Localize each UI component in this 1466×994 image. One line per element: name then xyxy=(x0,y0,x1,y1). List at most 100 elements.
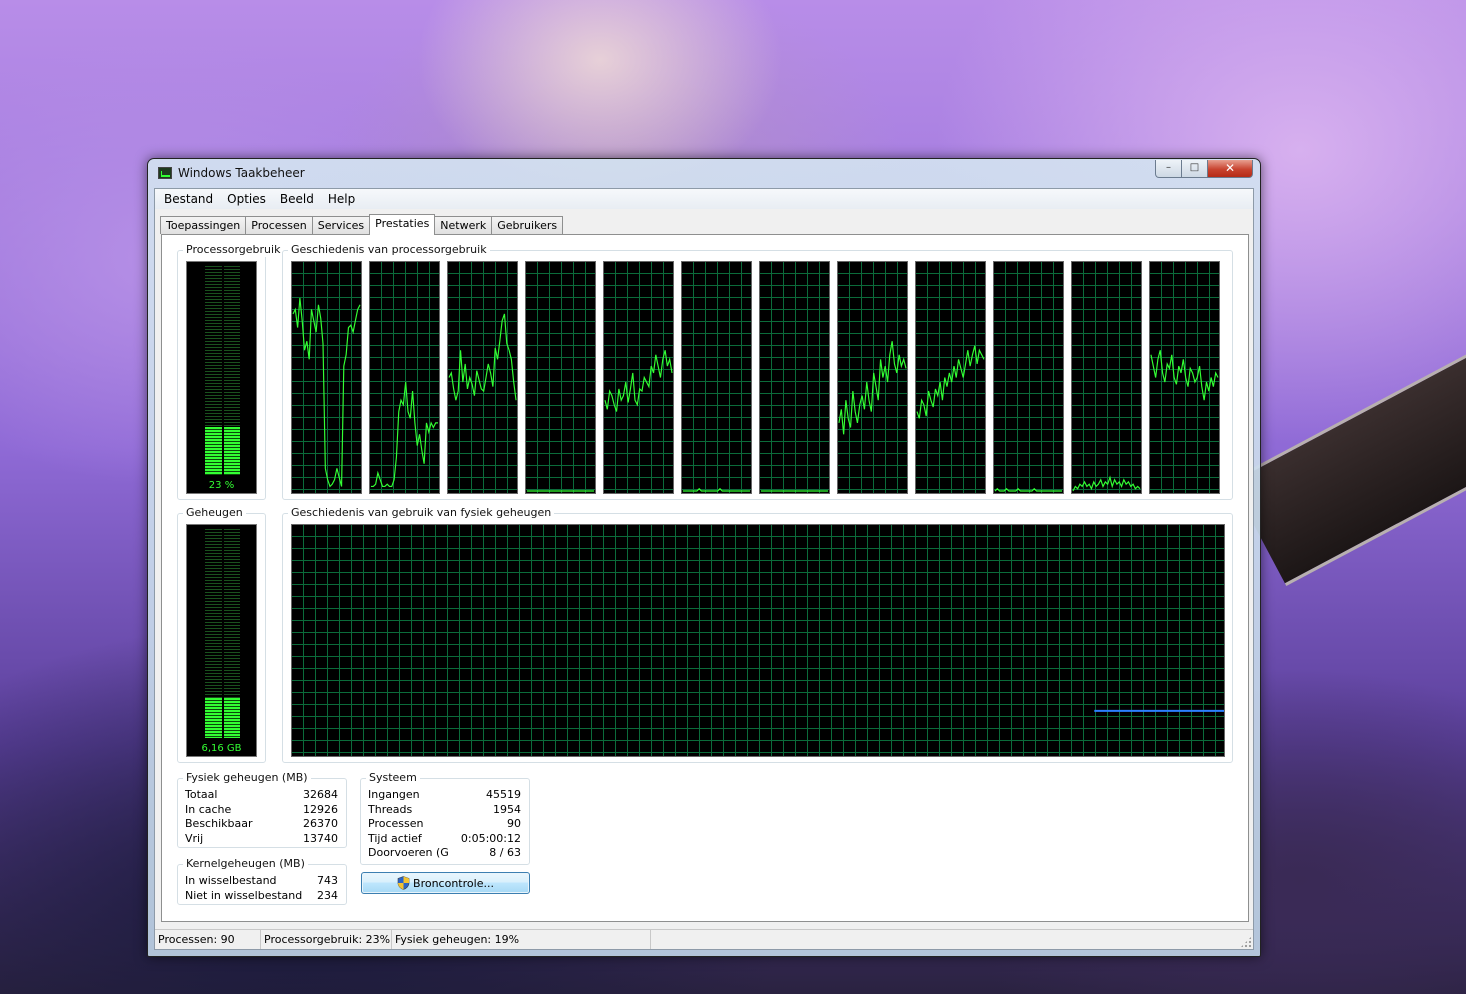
kernel-memory-rows: In wisselbestand 743 Niet in wisselbestan… xyxy=(185,874,338,903)
kernel-memory-label: Kernelgeheugen (MB) xyxy=(183,857,308,871)
memory-value: 6,16 GB xyxy=(201,743,242,754)
cpu-core-plot xyxy=(916,345,985,419)
stat-name: Beschikbaar xyxy=(185,817,253,830)
stat-row: In cache 12926 xyxy=(185,803,338,818)
stat-name: In cache xyxy=(185,802,232,816)
stat-row: Threads 1954 xyxy=(368,803,521,818)
cpu-core-plot xyxy=(838,341,907,435)
cpu-core-graph xyxy=(447,261,518,494)
stat-name: Vrij xyxy=(185,831,204,845)
memory-meter: 6,16 GB xyxy=(186,524,257,757)
system-group: Systeem Ingangen 45519 Threads 1954 Proces… xyxy=(360,771,530,865)
cpu-core-graph xyxy=(603,261,674,494)
memory-history-group: Geschiedenis van gebruik van fysiek gehe… xyxy=(282,506,1233,763)
stat-row: Processen 90 xyxy=(368,817,521,832)
stat-name: Doorvoeren (G xyxy=(368,846,449,859)
tab-netwerk[interactable]: Netwerk xyxy=(434,216,493,234)
stat-value: 234 xyxy=(317,888,338,902)
resize-grip-icon[interactable] xyxy=(1240,936,1252,948)
tab-services[interactable]: Services xyxy=(311,216,371,234)
stat-name: Tijd actief xyxy=(368,831,422,845)
stat-name: Threads xyxy=(368,802,413,816)
cpu-core-usage-line xyxy=(370,381,439,488)
stat-value: 12926 xyxy=(303,802,338,816)
resource-monitor-button[interactable]: Broncontrole... xyxy=(361,872,530,894)
memory-history-graph xyxy=(291,524,1225,757)
resource-monitor-label: Broncontrole... xyxy=(413,876,494,890)
stat-row: Beschikbaar 26370 xyxy=(185,817,338,832)
task-manager-window: Windows Taakbeheer – □ ✕ Bestand Opties … xyxy=(147,158,1261,957)
cpu-core-plot xyxy=(682,487,751,492)
stat-name: Processen xyxy=(368,817,424,830)
cpu-core-usage-line xyxy=(1150,350,1219,401)
caption-buttons: – □ ✕ xyxy=(1155,160,1253,178)
menu-beeld[interactable]: Beeld xyxy=(273,189,321,209)
status-cpu: Processorgebruik: 23% xyxy=(261,930,392,949)
stat-value: 743 xyxy=(317,874,338,887)
tab-processen[interactable]: Processen xyxy=(245,216,313,234)
cpu-core-usage-line xyxy=(682,487,751,492)
menu-bestand[interactable]: Bestand xyxy=(157,189,220,209)
cpu-usage-meter: 23 % xyxy=(186,261,257,494)
kernel-memory-group: Kernelgeheugen (MB) In wisselbestand 743 … xyxy=(177,857,347,905)
task-manager-icon xyxy=(158,167,172,179)
cpu-core-plot xyxy=(448,313,517,401)
tab-toepassingen[interactable]: Toepassingen xyxy=(160,216,247,234)
uac-shield-icon xyxy=(397,876,410,890)
cpu-core-usage-line xyxy=(1072,475,1141,492)
tab-prestaties[interactable]: Prestaties xyxy=(369,214,436,235)
physical-memory-label: Fysiek geheugen (MB) xyxy=(183,771,311,785)
cpu-core-plot xyxy=(292,297,361,488)
cpu-core-graph xyxy=(1071,261,1142,494)
stat-name: Niet in wisselbestand xyxy=(185,888,303,902)
memory-history-label: Geschiedenis van gebruik van fysiek gehe… xyxy=(288,506,555,520)
cpu-core-usage-line xyxy=(292,297,361,488)
stat-row: Tijd actief 0:05:00:12 xyxy=(368,832,521,847)
cpu-core-plot xyxy=(994,487,1063,492)
cpu-core-plot xyxy=(604,350,673,412)
cpu-core-graph xyxy=(759,261,830,494)
tab-strip: Toepassingen Processen Services Prestati… xyxy=(160,214,564,235)
status-processes: Processen: 90 xyxy=(155,930,261,949)
status-memory: Fysiek geheugen: 19% xyxy=(392,930,651,949)
system-label: Systeem xyxy=(366,771,420,785)
window-title: Windows Taakbeheer xyxy=(178,166,305,180)
physical-memory-rows: Totaal 32684 In cache 12926 Beschikbaar 263… xyxy=(185,788,338,846)
physical-memory-group: Fysiek geheugen (MB) Totaal 32684 In cach… xyxy=(177,771,347,848)
cpu-core-graph xyxy=(291,261,362,494)
menu-opties[interactable]: Opties xyxy=(220,189,273,209)
cpu-core-usage-line xyxy=(448,313,517,401)
cpu-core-graph xyxy=(1149,261,1220,494)
cpu-core-plot xyxy=(370,381,439,488)
cpu-usage-group: Processorgebruik 23 % xyxy=(177,243,284,500)
cpu-core-plot xyxy=(760,490,829,492)
status-bar: Processen: 90 Processorgebruik: 23% Fysi… xyxy=(155,929,1253,949)
cpu-history-label: Geschiedenis van processorgebruik xyxy=(288,243,490,257)
stat-value: 1954 xyxy=(493,802,521,816)
title-bar[interactable]: Windows Taakbeheer – □ ✕ xyxy=(148,159,1260,187)
cpu-meter-fill xyxy=(205,427,240,475)
tab-gebruikers[interactable]: Gebruikers xyxy=(491,216,564,234)
cpu-core-graph xyxy=(681,261,752,494)
stat-value: 32684 xyxy=(303,788,338,801)
memory-group: Geheugen 6,16 GB xyxy=(177,506,266,763)
stat-value: 45519 xyxy=(486,788,521,801)
menu-help[interactable]: Help xyxy=(321,189,362,209)
cpu-core-plot xyxy=(1072,475,1141,492)
stat-value: 13740 xyxy=(303,831,338,845)
maximize-button[interactable]: □ xyxy=(1182,160,1208,178)
stat-row: In wisselbestand 743 xyxy=(185,874,338,889)
cpu-core-graph xyxy=(369,261,440,494)
stat-name: In wisselbestand xyxy=(185,874,277,887)
cpu-core-usage-line xyxy=(994,487,1063,492)
minimize-button[interactable]: – xyxy=(1155,160,1182,178)
stat-row: Totaal 32684 xyxy=(185,788,338,803)
close-button[interactable]: ✕ xyxy=(1208,160,1253,178)
stat-name: Ingangen xyxy=(368,788,420,801)
system-rows: Ingangen 45519 Threads 1954 Processen 90 Ti… xyxy=(368,788,521,861)
stat-row: Doorvoeren (G 8 / 63 xyxy=(368,846,521,861)
memory-history-plot xyxy=(1094,709,1224,712)
cpu-core-plot xyxy=(526,490,595,492)
cpu-core-plot xyxy=(1150,350,1219,401)
stat-row: Niet in wisselbestand 234 xyxy=(185,889,338,904)
